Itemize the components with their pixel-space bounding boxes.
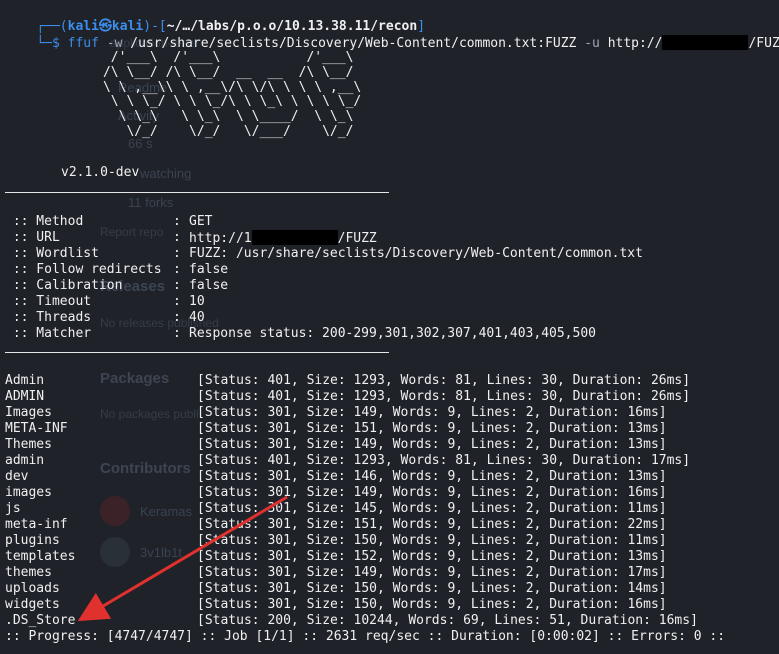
option-value: 10 — [189, 294, 205, 310]
ffuf-version: v2.1.0-dev — [61, 165, 140, 180]
result-status-info: [Status: 301, Size: 151, Words: 9, Lines… — [197, 421, 667, 436]
option-key: :: Method — [5, 214, 84, 229]
result-status-info: [Status: 401, Size: 1293, Words: 81, Lin… — [197, 453, 691, 468]
result-path: ADMIN — [5, 389, 45, 404]
result-status-info: [Status: 301, Size: 149, Words: 9, Lines… — [197, 485, 667, 500]
result-status-info: [Status: 301, Size: 149, Words: 9, Lines… — [197, 405, 667, 420]
prompt-line: ┌──(kali㉿kali)-[~/…/labs/p.o.o/10.13.38.… — [5, 3, 425, 34]
option-key: :: Calibration — [5, 278, 123, 293]
result-status-info: [Status: 301, Size: 150, Words: 9, Lines… — [197, 533, 667, 548]
result-path: Themes — [5, 437, 52, 452]
result-status-info: [Status: 401, Size: 1293, Words: 81, Lin… — [197, 389, 691, 404]
option-value-text: Response status: 200-299,301,302,307,401… — [189, 326, 596, 341]
option-value: FUZZ: /usr/share/seclists/Discovery/Web-… — [189, 246, 643, 262]
result-path: Images — [5, 405, 52, 420]
divider-top — [5, 192, 389, 193]
result-path: themes — [5, 565, 52, 580]
result-path: META-INF — [5, 421, 68, 436]
ghost-forks: 11 forks — [128, 195, 174, 210]
option-key: :: Wordlist — [5, 246, 99, 261]
option-key: :: Threads — [5, 310, 92, 325]
result-status-info: [Status: 200, Size: 10244, Words: 69, Li… — [197, 613, 698, 628]
prompt-dollar: └─$ — [36, 36, 60, 51]
result-status-info: [Status: 301, Size: 150, Words: 9, Lines… — [197, 597, 667, 612]
option-separator: : — [173, 326, 189, 341]
option-value: false — [189, 262, 228, 278]
url-suffix: /FUZZ — [748, 36, 779, 51]
option-value-text: http://1 — [189, 231, 252, 246]
option-key: :: URL — [5, 230, 60, 245]
result-path: templates — [5, 549, 76, 564]
option-value: http://1/FUZZ — [189, 230, 377, 246]
flag-w: -w — [106, 36, 123, 51]
option-separator: : — [173, 246, 189, 261]
ghost-avatar-1 — [100, 496, 130, 526]
option-separator: : — [173, 278, 189, 293]
result-path: .DS_Store — [5, 613, 76, 628]
option-value-text: GET — [189, 214, 213, 229]
option-value-text: 10 — [189, 294, 205, 309]
result-path: plugins — [5, 533, 60, 548]
option-key: :: Timeout — [5, 294, 92, 309]
command-name: ffuf — [67, 36, 99, 51]
option-separator: : — [173, 262, 189, 277]
url-prefix: http:// — [607, 36, 663, 51]
option-key: :: Follow redirects — [5, 262, 162, 277]
option-key: :: Matcher — [5, 326, 92, 341]
option-value: 40 — [189, 310, 205, 326]
result-status-info: [Status: 301, Size: 150, Words: 9, Lines… — [197, 581, 667, 596]
result-status-info: [Status: 301, Size: 146, Words: 9, Lines… — [197, 469, 667, 484]
result-path: Admin — [5, 373, 45, 388]
option-separator: : — [173, 310, 189, 325]
ghost-watching: watching — [140, 166, 192, 181]
result-path: widgets — [5, 597, 60, 612]
option-value: GET — [189, 214, 212, 230]
ghost-no-packages: No packages publi — [100, 407, 199, 421]
ghost-packages: Packages — [100, 370, 170, 387]
result-status-info: [Status: 301, Size: 149, Words: 9, Lines… — [197, 565, 667, 580]
result-path: images — [5, 485, 52, 500]
result-status-info: [Status: 301, Size: 145, Words: 9, Lines… — [197, 501, 667, 516]
redaction-box — [662, 35, 749, 50]
wordlist-argument: /usr/share/seclists/Discovery/Web-Conten… — [130, 36, 577, 51]
option-separator: : — [173, 294, 189, 309]
option-value-text: 40 — [189, 310, 205, 325]
option-value-text: false — [189, 278, 229, 293]
result-path: meta-inf — [5, 517, 68, 532]
option-value-text: false — [189, 262, 229, 277]
result-path: dev — [5, 469, 29, 484]
ghost-avatar-2 — [100, 537, 130, 567]
flag-u: -u — [584, 36, 600, 51]
result-status-info: [Status: 301, Size: 149, Words: 9, Lines… — [197, 437, 667, 452]
option-separator: : — [173, 230, 189, 245]
ghost-contributors: Contributors — [100, 460, 191, 477]
option-separator: : — [173, 214, 189, 229]
option-value: Response status: 200-299,301,302,307,401… — [189, 326, 596, 342]
ghost-contrib-1: Keramas — [140, 504, 193, 519]
result-status-info: [Status: 401, Size: 1293, Words: 81, Lin… — [197, 373, 691, 388]
result-path: uploads — [5, 581, 60, 596]
option-value: false — [189, 278, 228, 294]
command-line[interactable]: └─$ ffuf -w /usr/share/seclists/Discover… — [5, 19, 779, 51]
divider-bottom — [5, 352, 389, 353]
option-value-suffix: /FUZZ — [337, 231, 377, 246]
option-value-text: FUZZ: /usr/share/seclists/Discovery/Web-… — [189, 246, 643, 261]
ffuf-ascii-banner: /'___\ /'___\ /'___\ /\ \__/ /\ \__/ __ … — [102, 50, 362, 139]
ghost-contrib-2: 3v1lb1t — [140, 545, 182, 560]
progress-line: :: Progress: [4747/4747] :: Job [1/1] ::… — [5, 629, 726, 644]
redaction-box — [251, 230, 338, 245]
result-status-info: [Status: 301, Size: 152, Words: 9, Lines… — [197, 549, 667, 564]
result-path: admin — [5, 453, 45, 468]
result-path: js — [5, 501, 21, 516]
ghost-report: Report repo — [100, 225, 164, 239]
result-status-info: [Status: 301, Size: 151, Words: 9, Lines… — [197, 517, 667, 532]
